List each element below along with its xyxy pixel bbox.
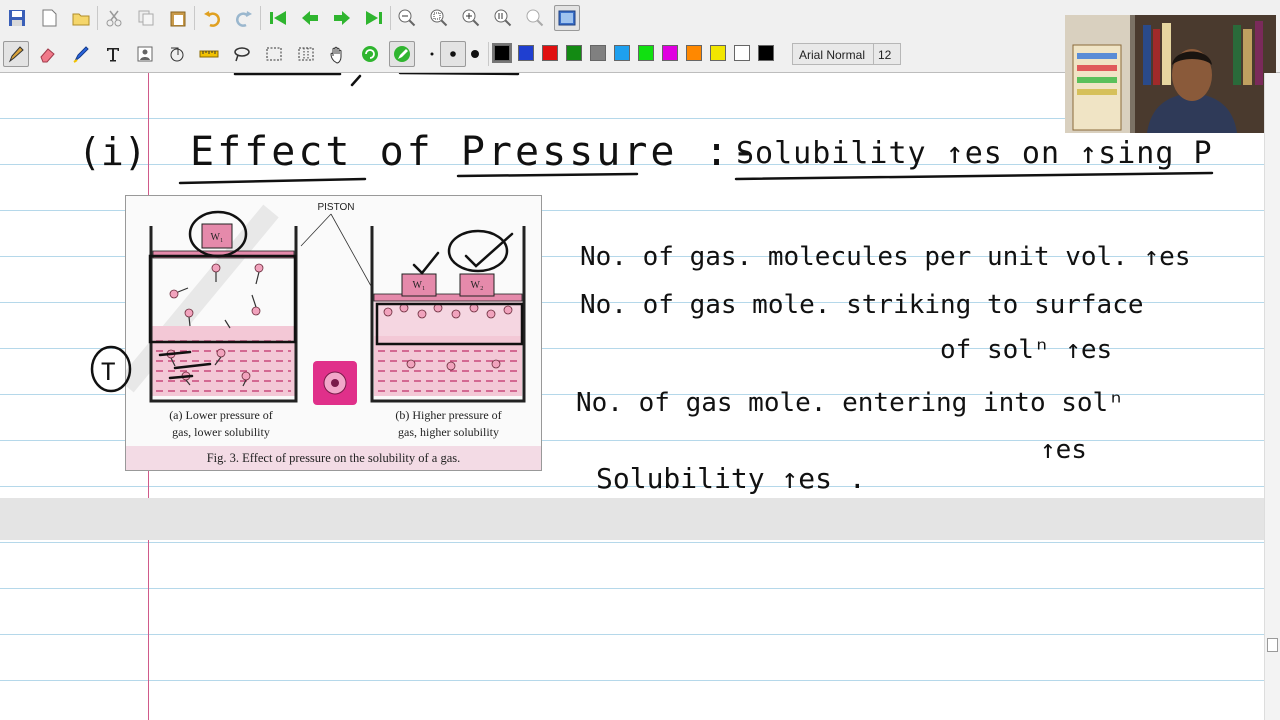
next-page-icon[interactable] bbox=[329, 5, 355, 31]
font-name-select[interactable]: Arial Normal bbox=[792, 43, 878, 65]
whiteboard-canvas[interactable]: PISTON W₁ W₁ W₂ (a) Lower pressure of ga… bbox=[0, 73, 1264, 720]
color-swatch[interactable] bbox=[710, 45, 726, 61]
color-swatch[interactable] bbox=[686, 45, 702, 61]
open-folder-icon[interactable] bbox=[68, 5, 94, 31]
scrollbar-thumb[interactable] bbox=[1267, 638, 1278, 652]
color-swatch[interactable] bbox=[638, 45, 654, 61]
note-line-1: No. of gas. molecules per unit vol. ↑es bbox=[580, 242, 1190, 272]
color-swatch[interactable] bbox=[758, 45, 774, 61]
fullscreen-icon[interactable] bbox=[554, 5, 580, 31]
refresh-icon[interactable] bbox=[357, 41, 383, 67]
lasso-icon[interactable] bbox=[229, 41, 255, 67]
note-line-4: No. of gas mole. entering into solⁿ bbox=[576, 388, 1124, 418]
select-rect-icon[interactable] bbox=[261, 41, 287, 67]
new-page-icon[interactable] bbox=[36, 5, 62, 31]
pan-hand-icon[interactable] bbox=[325, 41, 351, 67]
heading-statement: Solubility ↑es on ↑sing P bbox=[736, 136, 1213, 171]
color-swatch[interactable] bbox=[590, 45, 606, 61]
color-swatch[interactable] bbox=[662, 45, 678, 61]
color-swatch[interactable] bbox=[518, 45, 534, 61]
note-line-5: ↑es bbox=[1040, 435, 1087, 465]
save-icon[interactable] bbox=[4, 5, 30, 31]
select-area-icon[interactable] bbox=[293, 41, 319, 67]
zoom-in-icon[interactable] bbox=[458, 5, 484, 31]
color-swatch[interactable] bbox=[566, 45, 582, 61]
thick-line-icon[interactable] bbox=[462, 41, 488, 67]
last-page-icon[interactable] bbox=[361, 5, 387, 31]
note-line-3: of solⁿ ↑es bbox=[940, 335, 1112, 365]
color-swatch[interactable] bbox=[614, 45, 630, 61]
circled-mark: T bbox=[101, 358, 115, 386]
color-swatch[interactable] bbox=[734, 45, 750, 61]
text-tool-icon[interactable] bbox=[100, 41, 126, 67]
zoom-actual-icon[interactable] bbox=[490, 5, 516, 31]
first-page-icon[interactable] bbox=[265, 5, 291, 31]
previous-page-icon[interactable] bbox=[297, 5, 323, 31]
copy-icon[interactable] bbox=[133, 5, 159, 31]
highlighter-icon[interactable] bbox=[68, 41, 94, 67]
smart-pen-icon[interactable] bbox=[389, 41, 415, 67]
color-swatch[interactable] bbox=[542, 45, 558, 61]
paste-icon[interactable] bbox=[165, 5, 191, 31]
eraser-icon[interactable] bbox=[35, 41, 61, 67]
color-swatch[interactable] bbox=[492, 43, 512, 63]
font-size-select[interactable]: 12 bbox=[873, 43, 901, 65]
undo-icon[interactable] bbox=[199, 5, 225, 31]
note-line-2: No. of gas mole. striking to surface bbox=[580, 290, 1144, 320]
vertical-scrollbar[interactable] bbox=[1264, 73, 1280, 720]
stamp-icon[interactable] bbox=[132, 41, 158, 67]
note-line-6: Solubility ↑es . bbox=[596, 462, 866, 495]
handwriting-layer: (i) Effect of Pressure :- Solubility ↑es… bbox=[78, 73, 1214, 495]
zoom-out-icon[interactable] bbox=[394, 5, 420, 31]
presenter-webcam bbox=[1065, 15, 1276, 133]
redo-icon[interactable] bbox=[231, 5, 257, 31]
heading-text: Effect of Pressure :- bbox=[190, 129, 759, 175]
pen-icon[interactable] bbox=[3, 41, 29, 67]
cut-icon[interactable] bbox=[101, 5, 127, 31]
heading-number: (i) bbox=[78, 130, 147, 174]
ruler-icon[interactable] bbox=[196, 41, 222, 67]
zoom-tool-icon[interactable] bbox=[522, 5, 548, 31]
shapes-icon[interactable] bbox=[164, 41, 190, 67]
zoom-fit-icon[interactable] bbox=[426, 5, 452, 31]
